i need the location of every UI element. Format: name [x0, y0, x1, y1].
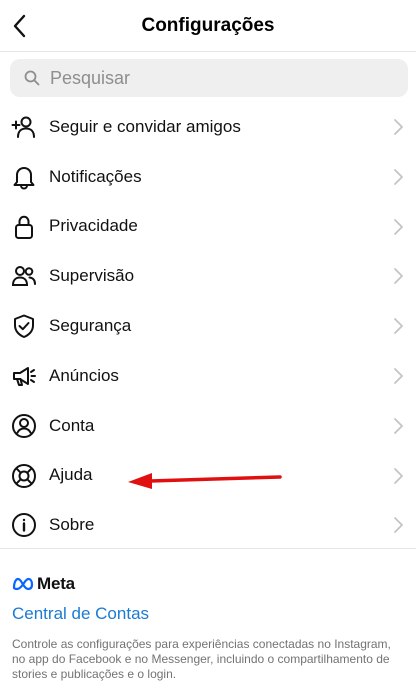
search-input[interactable] — [48, 66, 382, 90]
people-icon — [11, 263, 37, 289]
menu-item-label: Supervisão — [49, 266, 135, 286]
menu-item-about[interactable]: Sobre — [0, 500, 416, 550]
menu-item-label: Notificações — [49, 166, 142, 186]
menu-item-label: Ajuda — [49, 465, 93, 485]
menu-item-label: Segurança — [49, 316, 132, 336]
chevron-right-icon — [394, 268, 403, 285]
shield-icon — [11, 313, 37, 339]
megaphone-icon — [11, 363, 37, 389]
meta-brand: Meta — [12, 574, 75, 594]
menu-item-help[interactable]: Ajuda — [0, 451, 416, 501]
section-divider — [0, 548, 416, 549]
chevron-right-icon — [394, 218, 403, 235]
account-icon — [11, 413, 37, 439]
chevron-right-icon — [394, 318, 403, 335]
menu-item-security[interactable]: Segurança — [0, 301, 416, 351]
menu-item-supervision[interactable]: Supervisão — [0, 251, 416, 301]
chevron-right-icon — [394, 417, 403, 434]
lock-icon — [11, 214, 37, 240]
meta-wordmark: Meta — [37, 574, 75, 593]
menu-item-label: Conta — [49, 415, 95, 435]
meta-logo-icon — [12, 577, 34, 591]
menu-item-label: Sobre — [49, 515, 95, 535]
menu-item-account[interactable]: Conta — [0, 401, 416, 451]
chevron-right-icon — [394, 119, 403, 135]
menu-item-notifications[interactable]: Notificações — [0, 152, 416, 202]
chevron-right-icon — [394, 467, 403, 484]
lifebuoy-icon — [11, 463, 37, 489]
menu-item-privacy[interactable]: Privacidade — [0, 202, 416, 252]
chevron-right-icon — [394, 168, 403, 185]
bell-icon — [11, 164, 37, 190]
accounts-center-link[interactable]: Central de Contas — [12, 604, 149, 624]
menu-item-label: Anúncios — [49, 365, 119, 385]
accounts-center-description: Controle as configurações para experiênc… — [12, 637, 391, 681]
chevron-right-icon — [394, 368, 403, 384]
info-icon — [11, 512, 37, 538]
menu-item-ads[interactable]: Anúncios — [0, 351, 416, 401]
search-icon — [24, 70, 40, 86]
menu-item-label: Privacidade — [49, 216, 138, 236]
settings-menu: Seguir e convidar amigos Notificações Pr… — [0, 102, 416, 550]
menu-item-follow-invite[interactable]: Seguir e convidar amigos — [0, 102, 416, 152]
add-person-icon — [11, 114, 37, 140]
search-bar[interactable] — [10, 59, 408, 97]
chevron-right-icon — [394, 517, 403, 534]
header-bar: Configurações — [0, 0, 416, 52]
menu-item-label: Seguir e convidar amigos — [49, 116, 241, 136]
page-title: Configurações — [141, 15, 275, 36]
